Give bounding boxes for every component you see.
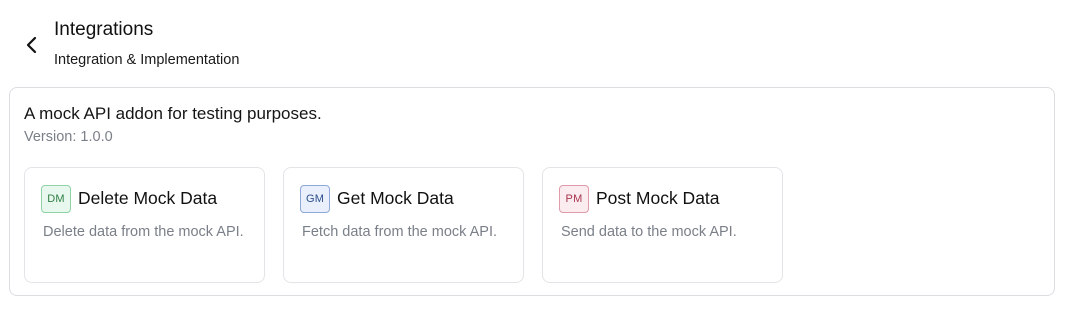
page-subtitle: Integration & Implementation — [54, 52, 240, 68]
action-card-post-mock-data[interactable]: PM Post Mock Data Send data to the mock … — [542, 167, 783, 283]
action-description: Fetch data from the mock API. — [302, 224, 498, 240]
action-description: Delete data from the mock API. — [43, 224, 244, 240]
action-badge: PM — [559, 185, 589, 213]
addon-description: A mock API addon for testing purposes. — [24, 104, 322, 123]
action-description: Send data to the mock API. — [561, 224, 737, 240]
addon-version: Version: 1.0.0 — [24, 129, 113, 145]
action-badge: GM — [300, 185, 330, 213]
action-title: Get Mock Data — [337, 188, 454, 208]
action-badge: DM — [41, 185, 71, 213]
action-card-delete-mock-data[interactable]: DM Delete Mock Data Delete data from the… — [24, 167, 265, 283]
page-header: Integrations Integration & Implementatio… — [0, 0, 1076, 80]
back-button[interactable] — [20, 33, 44, 57]
action-card-get-mock-data[interactable]: GM Get Mock Data Fetch data from the moc… — [283, 167, 524, 283]
page-title: Integrations — [54, 19, 154, 40]
action-title: Post Mock Data — [596, 188, 720, 208]
chevron-left-icon — [26, 36, 37, 54]
action-title: Delete Mock Data — [78, 188, 218, 208]
addon-panel: A mock API addon for testing purposes. V… — [9, 87, 1055, 296]
